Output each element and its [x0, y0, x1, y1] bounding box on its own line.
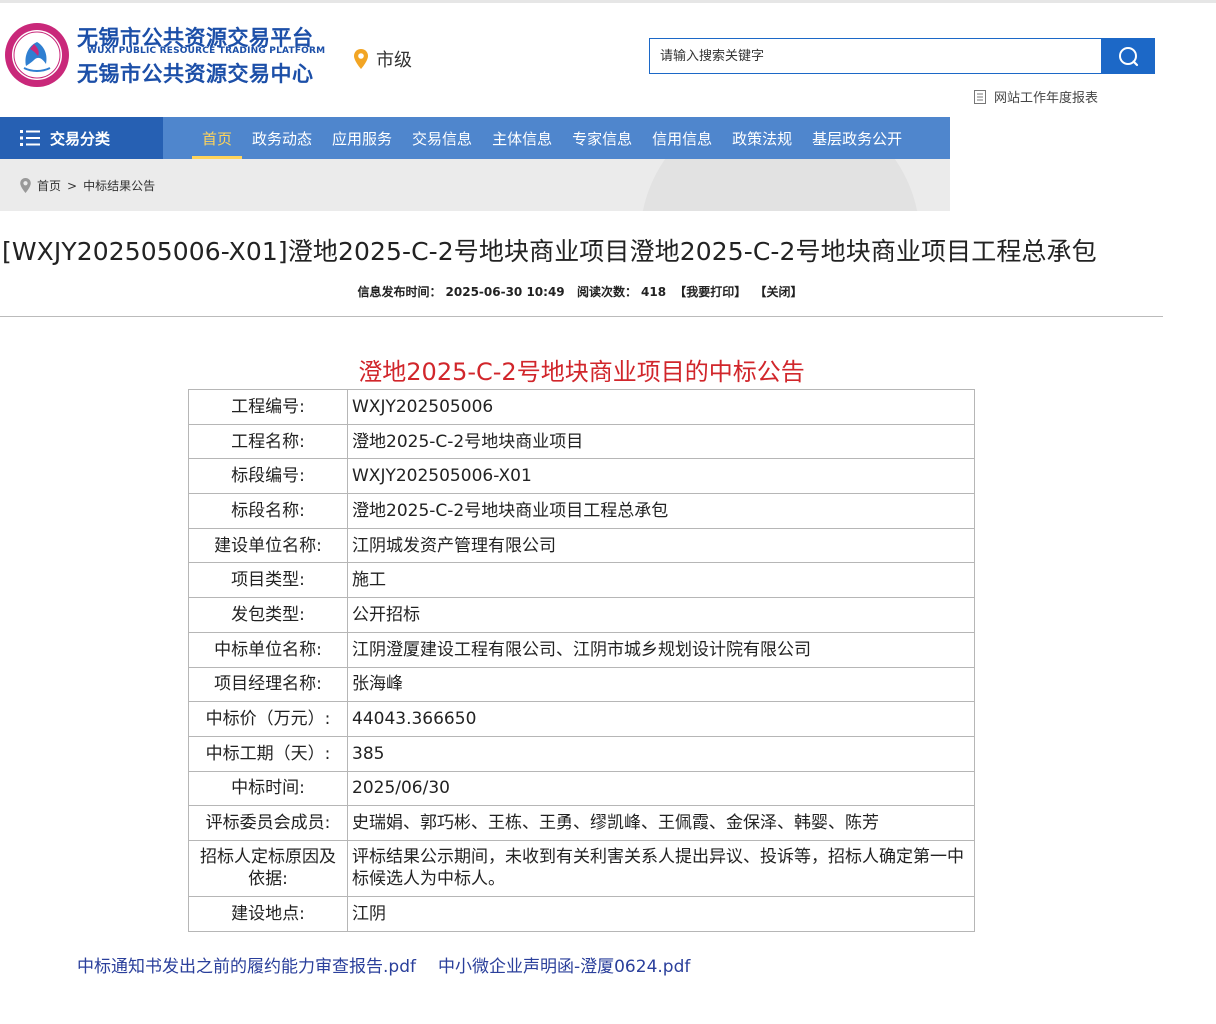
attachments: 中标通知书发出之前的履约能力审查报告.pdf 中小微企业声明函-澄厦0624.p…: [77, 952, 690, 977]
table-row: 中标时间: 2025/06/30: [188, 770, 975, 807]
field-value: WXJY202505006-X01: [347, 458, 975, 495]
publish-time: 2025-06-30 10:49: [445, 285, 565, 299]
menu-list-icon: [20, 130, 40, 146]
search-bar: [649, 38, 1155, 74]
article-meta: 信息发布时间： 2025-06-30 10:49 阅读次数： 418 【我要打印】 …: [0, 283, 1160, 300]
divider: [0, 316, 1163, 317]
publish-label: 信息发布时间：: [357, 285, 442, 299]
main-nav: 交易分类 首页 政务动态 应用服务 交易信息 主体信息 专家信息 信用信息 政策…: [0, 117, 950, 159]
article-title: [WXJY202505006-X01]澄地2025-C-2号地块商业项目澄地20…: [2, 237, 1097, 266]
field-value: WXJY202505006: [347, 389, 975, 425]
attachment-link-sme-statement[interactable]: 中小微企业声明函-澄厦0624.pdf: [438, 952, 690, 977]
field-label: 项目经理名称:: [188, 666, 348, 703]
table-row: 发包类型: 公开招标: [188, 597, 975, 633]
annual-report-label: 网站工作年度报表: [994, 91, 1099, 106]
breadcrumb-home[interactable]: 首页: [37, 177, 61, 194]
field-value: 澄地2025-C-2号地块商业项目: [347, 423, 975, 460]
field-value: 张海峰: [347, 666, 975, 703]
table-row: 工程名称: 澄地2025-C-2号地块商业项目: [188, 423, 975, 460]
attachment-link-audit-report[interactable]: 中标通知书发出之前的履约能力审查报告.pdf: [77, 952, 416, 977]
field-value: 史瑞娟、郭巧彬、王栋、王勇、缪凯峰、王佩霞、金保泽、韩婴、陈芳: [347, 805, 975, 841]
search-button[interactable]: [1101, 38, 1155, 74]
decorative-wheel: [640, 159, 920, 211]
field-label: 中标单位名称:: [188, 631, 348, 668]
nav-item-home[interactable]: 首页: [192, 117, 243, 159]
nav-item-services[interactable]: 应用服务: [322, 117, 402, 159]
table-row: 中标价（万元）: 44043.366650: [188, 701, 975, 737]
field-value: 44043.366650: [347, 701, 975, 737]
nav-item-government-news[interactable]: 政务动态: [242, 117, 322, 159]
field-value: 澄地2025-C-2号地块商业项目工程总承包: [347, 493, 975, 529]
document-icon: [974, 89, 986, 104]
nav-item-credit-info[interactable]: 信用信息: [642, 117, 722, 159]
breadcrumb-bar: 首页 > 中标结果公告: [0, 159, 950, 211]
table-row: 建设地点: 江阴: [188, 895, 975, 932]
field-value: 385: [347, 735, 975, 772]
field-label: 项目类型:: [188, 562, 348, 599]
table-row: 中标单位名称: 江阴澄厦建设工程有限公司、江阴市城乡规划设计院有限公司: [188, 631, 975, 668]
nav-item-expert-info[interactable]: 专家信息: [562, 117, 642, 159]
field-value: 江阴: [347, 895, 975, 932]
field-label: 中标时间:: [188, 770, 348, 807]
nav-item-trade-info[interactable]: 交易信息: [402, 117, 482, 159]
emblem-logo: [5, 23, 69, 87]
notice-title: 澄地2025-C-2号地块商业项目的中标公告: [358, 358, 805, 386]
field-value: 公开招标: [347, 597, 975, 633]
table-row: 工程编号: WXJY202505006: [188, 389, 975, 425]
city-selector[interactable]: 市级: [354, 46, 412, 72]
nav-item-entity-info[interactable]: 主体信息: [482, 117, 562, 159]
breadcrumb-separator: >: [67, 178, 78, 193]
award-info-table: 工程编号: WXJY202505006 工程名称: 澄地2025-C-2号地块商业项…: [188, 389, 975, 932]
nav-item-grassroots[interactable]: 基层政务公开: [802, 117, 912, 159]
field-label: 招标人定标原因及依据:: [188, 839, 348, 897]
location-pin-icon: [20, 178, 31, 193]
top-border: [0, 0, 1216, 3]
breadcrumb-current[interactable]: 中标结果公告: [83, 177, 155, 194]
field-label: 中标工期（天）:: [188, 735, 348, 772]
nav-item-policies[interactable]: 政策法规: [722, 117, 802, 159]
brand-title-2: 无锡市公共资源交易中心: [77, 62, 314, 86]
field-value: 施工: [347, 562, 975, 599]
location-pin-icon: [354, 49, 368, 69]
views-label: 阅读次数：: [577, 285, 638, 299]
breadcrumb: 首页 > 中标结果公告: [20, 177, 155, 194]
search-input[interactable]: [649, 38, 1101, 74]
table-row: 项目经理名称: 张海峰: [188, 666, 975, 703]
brand-title-en: WUXI PUBLIC RESOURCE TRADING PLATFORM: [87, 46, 326, 56]
print-button[interactable]: 【我要打印】: [674, 285, 746, 299]
views-count: 418: [641, 285, 667, 299]
field-label: 发包类型:: [188, 597, 348, 633]
search-icon: [1119, 47, 1139, 67]
table-row: 项目类型: 施工: [188, 562, 975, 599]
table-row: 招标人定标原因及依据: 评标结果公示期间，未收到有关利害关系人提出异议、投诉等，招…: [188, 839, 975, 897]
nav-items: 首页 政务动态 应用服务 交易信息 主体信息 专家信息 信用信息 政策法规 基层…: [192, 117, 912, 159]
table-row: 中标工期（天）: 385: [188, 735, 975, 772]
field-label: 建设地点:: [188, 895, 348, 932]
field-label: 工程名称:: [188, 423, 348, 460]
table-row: 评标委员会成员: 史瑞娟、郭巧彬、王栋、王勇、缪凯峰、王佩霞、金保泽、韩婴、陈芳: [188, 805, 975, 841]
field-label: 中标价（万元）:: [188, 701, 348, 737]
field-label: 标段名称:: [188, 493, 348, 529]
trade-category-menu[interactable]: 交易分类: [0, 117, 163, 159]
annual-report-link[interactable]: 网站工作年度报表: [974, 87, 1098, 106]
close-button[interactable]: 【关闭】: [754, 285, 802, 299]
field-label: 建设单位名称:: [188, 527, 348, 564]
trade-category-label: 交易分类: [50, 129, 111, 148]
field-label: 标段编号:: [188, 458, 348, 495]
table-row: 标段名称: 澄地2025-C-2号地块商业项目工程总承包: [188, 493, 975, 529]
city-label: 市级: [376, 50, 412, 71]
field-label: 工程编号:: [188, 389, 348, 425]
table-row: 建设单位名称: 江阴城发资产管理有限公司: [188, 527, 975, 564]
field-value: 江阴澄厦建设工程有限公司、江阴市城乡规划设计院有限公司: [347, 631, 975, 668]
field-value: 2025/06/30: [347, 770, 975, 807]
field-label: 评标委员会成员:: [188, 805, 348, 841]
field-value: 江阴城发资产管理有限公司: [347, 527, 975, 564]
field-value: 评标结果公示期间，未收到有关利害关系人提出异议、投诉等，招标人确定第一中标候选人…: [347, 839, 975, 897]
table-row: 标段编号: WXJY202505006-X01: [188, 458, 975, 495]
